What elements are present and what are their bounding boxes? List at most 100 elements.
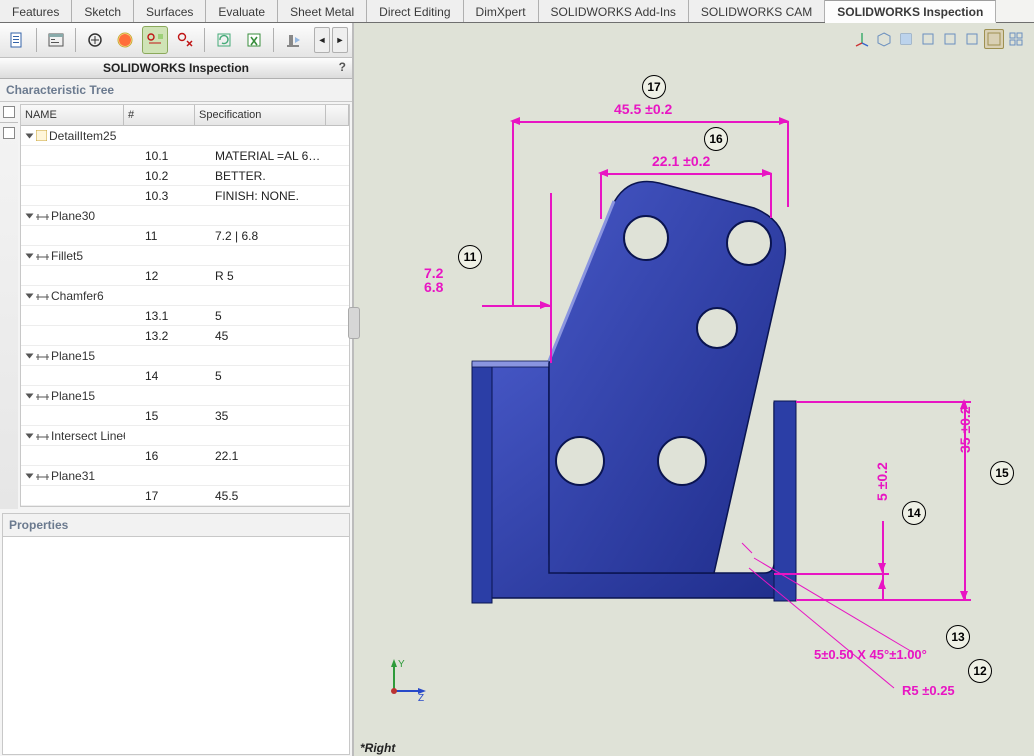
expand-icon[interactable] <box>26 293 34 298</box>
properties-title: Properties <box>3 514 349 537</box>
ext-line <box>796 599 971 601</box>
col-name[interactable]: NAME <box>21 105 124 125</box>
select-characteristic-icon[interactable] <box>142 26 168 54</box>
scroll-left-icon[interactable]: ◄ <box>314 27 330 53</box>
tree-node[interactable]: Fillet5 <box>21 246 349 266</box>
balloon-14[interactable]: 14 <box>902 501 926 525</box>
expand-icon[interactable] <box>26 353 34 358</box>
scroll-right-icon[interactable]: ► <box>332 27 348 53</box>
tree-row[interactable]: 10.2BETTER. <box>21 166 349 186</box>
orientation-triad[interactable]: Y Z <box>382 657 426 701</box>
tree-row[interactable]: 13.245 <box>21 326 349 346</box>
tree-node[interactable]: Plane31 <box>21 466 349 486</box>
balloon-settings-icon[interactable] <box>112 26 138 54</box>
tree-icon-1[interactable] <box>3 106 15 118</box>
panel-help-icon[interactable]: ? <box>339 60 346 74</box>
expand-icon[interactable] <box>26 433 34 438</box>
tree-row[interactable]: 12R 5 <box>21 266 349 286</box>
characteristic-tree[interactable]: NAME # Specification DetailItem25 10.1MA… <box>20 104 350 507</box>
svg-text:Z: Z <box>418 693 424 701</box>
update-project-icon[interactable] <box>211 26 237 54</box>
dim-text-13[interactable]: 5±0.50 X 45°±1.00° <box>814 647 927 662</box>
tree-icon-2[interactable] <box>3 127 15 139</box>
tree-node[interactable]: Plane15 <box>21 346 349 366</box>
dim-line <box>600 173 770 175</box>
dim-icon <box>36 251 49 261</box>
tab-direct-editing[interactable]: Direct Editing <box>367 0 463 22</box>
expand-icon[interactable] <box>26 393 34 398</box>
tree-row[interactable]: 13.15 <box>21 306 349 326</box>
tree-root[interactable]: DetailItem25 <box>21 126 349 146</box>
balloon-15[interactable]: 15 <box>990 461 1014 485</box>
balloon-12[interactable]: 12 <box>968 659 992 683</box>
tree-row[interactable]: 10.3FINISH: NONE. <box>21 186 349 206</box>
ext-line <box>774 573 889 575</box>
col-num[interactable]: # <box>124 105 195 125</box>
dim-icon <box>36 351 49 361</box>
tree-node[interactable]: Plane30 <box>21 206 349 226</box>
balloon-13[interactable]: 13 <box>946 625 970 649</box>
note-icon <box>36 130 47 141</box>
export-excel-icon[interactable] <box>241 26 267 54</box>
tree-row[interactable]: 1745.5 <box>21 486 349 506</box>
col-spec[interactable]: Specification <box>195 105 326 125</box>
tree-row[interactable]: 1622.1 <box>21 446 349 466</box>
col-end <box>326 105 349 125</box>
tree-node[interactable]: Chamfer6 <box>21 286 349 306</box>
tab-sketch[interactable]: Sketch <box>72 0 134 22</box>
tree-row[interactable]: 1535 <box>21 406 349 426</box>
tab-evaluate[interactable]: Evaluate <box>206 0 278 22</box>
dim-text-11b[interactable]: 6.8 <box>424 279 443 295</box>
dim-arrow <box>540 301 550 309</box>
command-manager-tabs: Features Sketch Surfaces Evaluate Sheet … <box>0 0 1034 23</box>
dim-line <box>882 521 884 601</box>
panel-title: SOLIDWORKS Inspection ? <box>0 58 352 79</box>
ext-line <box>787 121 789 207</box>
tab-surfaces[interactable]: Surfaces <box>134 0 206 22</box>
tree-row[interactable]: 10.1MATERIAL =AL 60... <box>21 146 349 166</box>
dim-text-14[interactable]: 5 ±0.2 <box>874 462 890 501</box>
tab-solidworks-inspection[interactable]: SOLIDWORKS Inspection <box>825 0 996 23</box>
tree-row[interactable]: 117.2 | 6.8 <box>21 226 349 246</box>
expand-icon[interactable] <box>26 213 34 218</box>
tab-solidworks-cam[interactable]: SOLIDWORKS CAM <box>689 0 825 22</box>
balloon-11[interactable]: 11 <box>458 245 482 269</box>
tree-node[interactable]: Intersect Line6 <box>21 426 349 446</box>
dim-text-17[interactable]: 45.5 ±0.2 <box>614 101 672 117</box>
tab-solidworks-addins[interactable]: SOLIDWORKS Add-Ins <box>539 0 689 22</box>
tab-features[interactable]: Features <box>0 0 72 22</box>
tab-dimxpert[interactable]: DimXpert <box>464 0 539 22</box>
part-model[interactable] <box>354 23 1034 753</box>
dim-text-12[interactable]: R5 ±0.25 <box>902 683 955 698</box>
ext-line <box>550 193 552 363</box>
dim-icon <box>36 431 49 441</box>
expand-icon[interactable] <box>26 133 34 138</box>
balloon-17[interactable]: 17 <box>642 75 666 99</box>
balloon-16[interactable]: 16 <box>704 127 728 151</box>
new-project-icon[interactable] <box>4 26 30 54</box>
expand-icon[interactable] <box>26 473 34 478</box>
ext-line <box>600 173 602 219</box>
dim-text-16[interactable]: 22.1 ±0.2 <box>652 153 710 169</box>
ext-line <box>796 401 971 403</box>
dim-text-15[interactable]: 35 ±0.2 <box>957 406 973 453</box>
remove-characteristic-icon[interactable] <box>172 26 198 54</box>
panel-title-label: SOLIDWORKS Inspection <box>103 61 249 75</box>
tree-node[interactable]: Plane15 <box>21 386 349 406</box>
template-icon[interactable] <box>43 26 69 54</box>
viewport-name: *Right <box>360 741 395 755</box>
tree-side-icons <box>0 102 18 509</box>
properties-panel: Properties <box>2 513 350 755</box>
tab-sheet-metal[interactable]: Sheet Metal <box>278 0 367 22</box>
task-pane: ◄ ► SOLIDWORKS Inspection ? Characterist… <box>0 23 354 756</box>
dim-icon <box>36 391 49 401</box>
tree-row[interactable]: 145 <box>21 366 349 386</box>
dim-arrow <box>878 563 886 573</box>
dim-arrow <box>878 579 886 589</box>
expand-icon[interactable] <box>26 253 34 258</box>
graphics-viewport[interactable]: 45.5 ±0.2 17 22.1 ±0.2 16 7.2 6.8 11 35 … <box>354 23 1034 756</box>
dim-icon <box>36 291 49 301</box>
tree-header: NAME # Specification <box>21 105 349 126</box>
add-characteristic-icon[interactable] <box>82 26 108 54</box>
launch-standalone-icon[interactable] <box>280 26 306 54</box>
